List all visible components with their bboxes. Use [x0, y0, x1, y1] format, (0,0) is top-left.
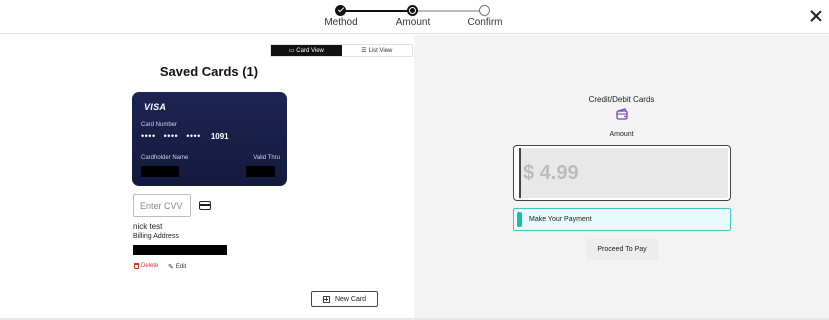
payment-method-title: Credit/Debit Cards: [588, 95, 655, 104]
card-number: •••• •••• •••• 1091: [141, 131, 229, 141]
card-last4: 1091: [210, 131, 229, 141]
payment-panel: Credit/Debit Cards Amount $ 4.99 Make Yo…: [414, 35, 829, 320]
step-confirm-dot-icon: [479, 5, 490, 16]
masked-group-2: ••••: [163, 131, 179, 141]
step-method-check-icon: [335, 5, 346, 16]
progress-stepper: Method Amount Confirm: [320, 4, 510, 32]
redacted-valid-thru: [246, 166, 275, 177]
card-icon: ▭: [288, 48, 295, 54]
redacted-billing-address: [133, 245, 227, 255]
step-label-confirm: Confirm: [467, 17, 503, 28]
amount-field[interactable]: $ 4.99: [513, 145, 731, 201]
holder-name: nick test: [133, 222, 163, 231]
top-bar: Method Amount Confirm: [0, 0, 829, 34]
view-toggle: ▭ Card View ☰ List View: [270, 44, 413, 57]
card-view-button[interactable]: ▭ Card View: [271, 45, 342, 56]
redacted-cardholder-name: [141, 166, 179, 177]
saved-card[interactable]: VISA Card Number •••• •••• •••• 1091 Car…: [132, 92, 287, 186]
billing-address-label: Billing Address: [133, 233, 179, 240]
amount-value: $ 4.99: [521, 148, 728, 198]
cardholder-name-label: Cardholder Name: [141, 155, 189, 161]
payment-accent-bar: [517, 212, 522, 227]
card-view-label: Card View: [296, 47, 324, 54]
proceed-to-pay-button[interactable]: Proceed To Pay: [586, 239, 658, 260]
delete-card-button[interactable]: Delete: [134, 263, 158, 269]
valid-thru-label: Valid Thru: [253, 155, 280, 161]
cvv-input[interactable]: [133, 194, 191, 217]
saved-cards-panel: ▭ Card View ☰ List View Saved Cards (1) …: [0, 35, 414, 320]
masked-group-1: ••••: [141, 131, 156, 141]
trash-icon: [134, 263, 139, 269]
list-view-label: List View: [368, 47, 393, 54]
credit-card-icon: [199, 201, 211, 210]
step-amount-current-icon: [407, 5, 418, 16]
saved-cards-title: Saved Cards (1): [159, 64, 259, 79]
masked-group-3: ••••: [186, 131, 201, 141]
visa-logo: VISA: [144, 102, 167, 112]
step-connector-complete: [340, 10, 412, 12]
new-card-button[interactable]: New Card: [311, 291, 378, 307]
step-label-amount: Amount: [395, 17, 431, 28]
step-connector-upcoming: [412, 10, 484, 12]
pencil-icon: ✎: [168, 264, 174, 271]
close-icon[interactable]: [808, 8, 824, 24]
edit-label: Edit: [175, 264, 187, 270]
add-icon: [322, 295, 330, 303]
card-number-label: Card Number: [141, 122, 178, 128]
list-view-button[interactable]: ☰ List View: [341, 45, 412, 56]
step-label-method: Method: [324, 17, 358, 28]
make-payment-label: Make Your Payment: [529, 216, 592, 223]
wallet-icon: [616, 108, 628, 120]
list-icon: ☰: [361, 48, 367, 54]
make-payment-banner: Make Your Payment: [513, 208, 731, 231]
edit-card-button[interactable]: ✎ Edit: [168, 263, 186, 271]
delete-label: Delete: [141, 263, 159, 269]
amount-label: Amount: [609, 131, 634, 138]
new-card-label: New Card: [334, 295, 367, 303]
